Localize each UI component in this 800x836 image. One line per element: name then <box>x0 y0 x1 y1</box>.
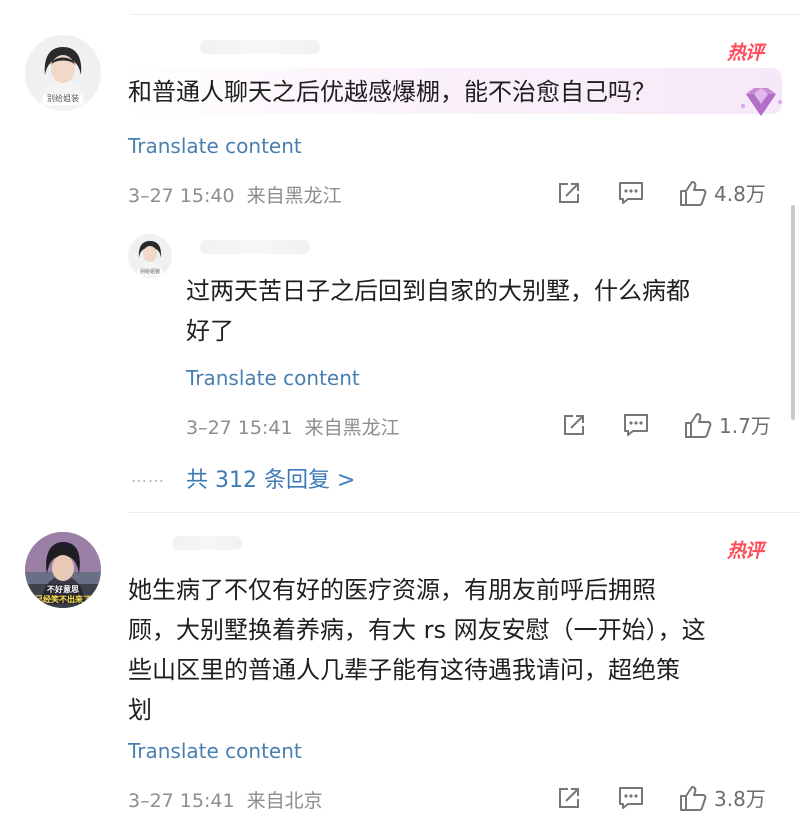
comment-location: 来自黑龙江 <box>246 185 342 207</box>
comment-icon <box>619 182 643 204</box>
reply-date: 3–27 15:41 <box>186 417 293 439</box>
comment-text-line3: 些山区里的普通人几辈子能有这待遇我请问，超绝策 <box>128 656 680 684</box>
gem-badge-icon <box>741 88 782 116</box>
comment-date: 3–27 15:40 <box>128 185 235 207</box>
reply-avatar[interactable]: 别给姐装 <box>128 234 172 278</box>
comment-button[interactable] <box>617 785 645 811</box>
comment-text-line1: 她生病了不仅有好的医疗资源，有朋友前呼后拥照 <box>128 576 656 604</box>
avatar[interactable]: 不好意思 已经笑不出来了 <box>25 532 101 608</box>
reply-like-count: 1.7万 <box>719 414 771 438</box>
reply-meta: 3–27 15:41 来自黑龙江 <box>186 413 400 440</box>
comment-icon <box>619 787 643 809</box>
reply-text-line2: 好了 <box>186 317 234 345</box>
comment-divider <box>128 512 800 513</box>
comment-text-line2: 顾，大别墅换着养病，有大 rs 网友安慰（一开始），这 <box>128 616 706 644</box>
avatar[interactable]: 别给姐装 <box>25 35 101 111</box>
like-button[interactable]: 3.8万 <box>678 783 766 812</box>
translate-link[interactable]: Translate content <box>128 739 302 763</box>
like-icon <box>680 785 707 811</box>
like-icon <box>685 412 712 438</box>
like-icon <box>680 180 707 206</box>
reply-comment-button[interactable] <box>622 412 650 438</box>
comment-button[interactable] <box>617 180 645 206</box>
reply-username[interactable] <box>200 240 310 254</box>
reply-avatar-caption: 别给姐装 <box>139 269 160 275</box>
comment-location: 来自北京 <box>246 790 323 812</box>
like-count: 3.8万 <box>714 787 766 811</box>
comment-icon <box>624 414 648 436</box>
reply-share-button[interactable] <box>561 412 587 438</box>
replies-dots: …… <box>131 467 165 486</box>
avatar-caption-line2: 已经笑不出来了 <box>35 595 91 604</box>
username[interactable] <box>172 536 242 550</box>
reply-location: 来自黑龙江 <box>304 417 400 439</box>
reply-translate-link[interactable]: Translate content <box>186 366 360 390</box>
comment-meta: 3–27 15:40 来自黑龙江 <box>128 181 342 208</box>
comment-text-line4: 划 <box>128 696 152 724</box>
comment-date: 3–27 15:41 <box>128 790 235 812</box>
share-icon <box>564 415 584 435</box>
share-icon <box>559 183 579 203</box>
share-button[interactable] <box>556 785 582 811</box>
comment-meta: 3–27 15:41 来自北京 <box>128 786 323 813</box>
like-button[interactable]: 4.8万 <box>678 178 766 207</box>
share-icon <box>559 788 579 808</box>
username[interactable] <box>200 40 320 54</box>
scrollbar[interactable] <box>791 205 795 420</box>
hot-comment-badge: 热评 <box>727 42 764 64</box>
top-divider <box>130 14 800 15</box>
like-count: 4.8万 <box>714 182 766 206</box>
comment-text: 和普通人聊天之后优越感爆棚，能不治愈自己吗？ <box>128 78 656 106</box>
hot-comment-badge: 热评 <box>727 540 764 562</box>
view-replies-link[interactable]: 共 312 条回复 > <box>186 462 355 494</box>
reply-like-button[interactable]: 1.7万 <box>683 410 771 439</box>
translate-link[interactable]: Translate content <box>128 134 302 158</box>
reply-text-line1: 过两天苦日子之后回到自家的大别墅，什么病都 <box>186 277 690 305</box>
avatar-caption: 别给姐装 <box>47 94 79 103</box>
share-button[interactable] <box>556 180 582 206</box>
